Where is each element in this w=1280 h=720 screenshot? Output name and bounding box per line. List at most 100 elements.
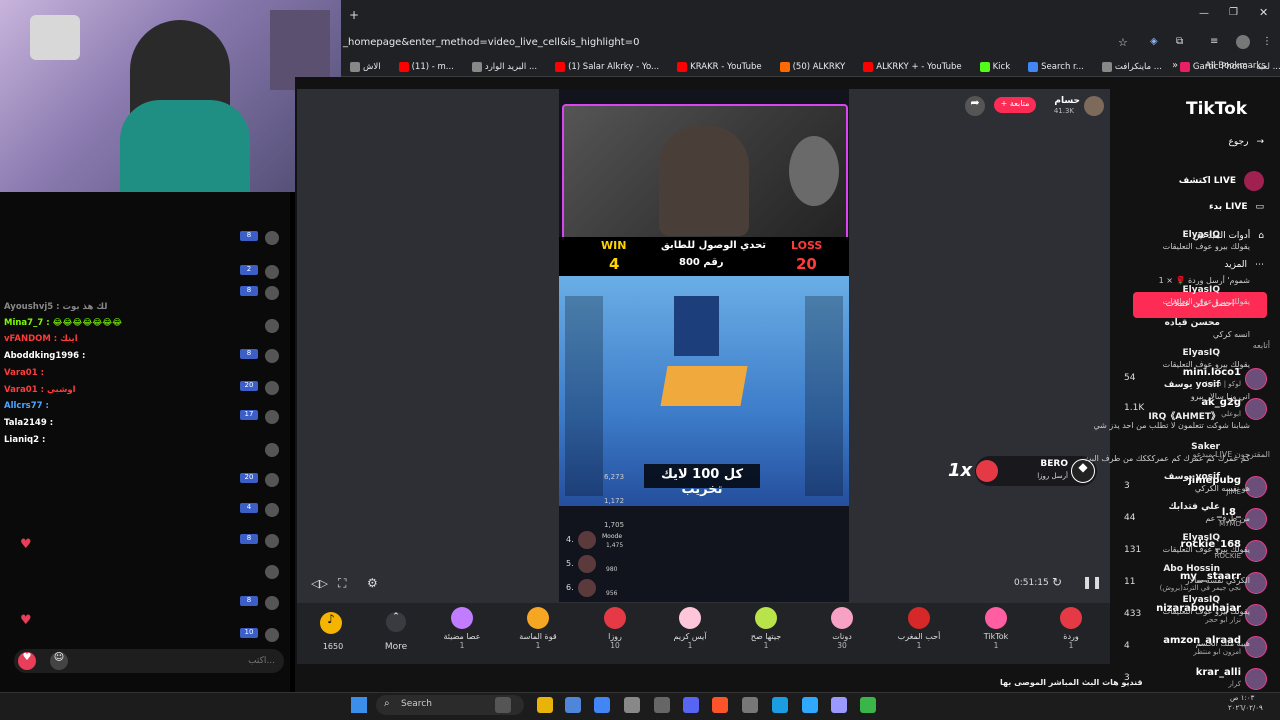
chat-message: هيبه ملك الحسم	[1195, 639, 1250, 648]
new-tab-button[interactable]: +	[349, 8, 359, 22]
more-menu[interactable]: المزيد ⋯	[1224, 260, 1264, 270]
loss-label: LOSS	[791, 239, 823, 252]
bookmark-item[interactable]: Kick	[971, 61, 1020, 72]
star-icon[interactable]: ☆	[1118, 36, 1128, 49]
taskbar-app-icon[interactable]	[654, 697, 670, 713]
bookmark-item[interactable]: ALKRKY + - YouTube	[854, 61, 970, 72]
bookmark-label: ALKRKY + - YouTube	[876, 61, 962, 72]
bookmark-item[interactable]: ماينكرافت ...	[1093, 61, 1171, 72]
taskbar-app-icon[interactable]	[537, 697, 553, 713]
creator-avatar	[1245, 668, 1267, 690]
emoji-icon[interactable]: ☺	[50, 652, 68, 670]
creator-subtitle: نجي جيمر في الترند(بروش)	[1159, 584, 1241, 592]
gift-item[interactable]: دونات 30	[817, 607, 867, 650]
bookmark-item[interactable]: (1) Salar Alkrky - Yo...	[546, 61, 668, 72]
host-name[interactable]: حسام	[1040, 96, 1080, 106]
fullscreen-icon[interactable]: ⛶	[338, 576, 346, 591]
gift-item[interactable]: أحب المغرب 1	[894, 607, 944, 650]
win-count: 4	[609, 255, 620, 273]
url-field[interactable]: _homepage&enter_method=video_live_cell&i…	[341, 33, 1141, 54]
explore-live[interactable]: اكتشف LIVE	[1179, 171, 1264, 191]
profile-avatar[interactable]	[1236, 35, 1250, 49]
taskbar-app-icon[interactable]	[594, 697, 610, 713]
back-link[interactable]: رجوع →	[1229, 137, 1264, 147]
viewer-count: 11	[1124, 577, 1136, 587]
rose-icon	[976, 460, 998, 482]
bookmark-icon	[1179, 61, 1190, 72]
chat-input[interactable]	[75, 652, 275, 670]
volume-icon[interactable]: ◁▷	[311, 577, 328, 590]
bookmark-icon	[863, 61, 874, 72]
chevron-up-icon[interactable]: ⌃	[386, 612, 406, 632]
taskbar-app-icon[interactable]	[831, 697, 847, 713]
gift-item[interactable]: آيس كريم 1	[665, 607, 715, 650]
taskbar-app-icon[interactable]	[772, 697, 788, 713]
gift-price: 1	[535, 641, 541, 650]
gift-item[interactable]: جيتها صح 1	[741, 607, 791, 650]
taskbar-app-icon[interactable]	[742, 697, 758, 713]
menu-icon[interactable]: ⋮	[1262, 36, 1272, 47]
taskbar-app-icon[interactable]	[565, 697, 581, 713]
bookmark-item[interactable]: (50) ALKRKY	[771, 61, 855, 72]
chevron-right-icon[interactable]: »	[1172, 60, 1178, 71]
award-plaque	[30, 15, 80, 60]
taskbar-app-icon[interactable]	[495, 697, 511, 713]
refresh-icon[interactable]: ↻	[1052, 575, 1062, 589]
level-badge: 20	[240, 381, 258, 391]
host-avatar[interactable]	[1084, 96, 1104, 116]
like-icon[interactable]: ♥	[18, 652, 36, 670]
chat-message: انسه كركي	[1212, 330, 1250, 339]
share-icon[interactable]: ➦	[965, 96, 985, 116]
gift-item[interactable]: TikTok 1	[971, 607, 1021, 650]
bookmark-item[interactable]: Search r...	[1019, 61, 1093, 72]
level-badge: 8	[240, 231, 258, 241]
gift-item[interactable]: قوة الماسة 1	[513, 607, 563, 650]
chat-avatar	[265, 596, 279, 610]
level-badge: 17	[240, 410, 258, 420]
taskbar-app-icon[interactable]	[802, 697, 818, 713]
follow-button[interactable]: + متابعة	[994, 97, 1036, 113]
tiktok-logo[interactable]: TikTok	[1186, 99, 1247, 119]
gift-item[interactable]: روزا 10	[590, 607, 640, 650]
coin-icon[interactable]: ♪	[320, 612, 342, 634]
maximize-icon[interactable]: ❐	[1229, 7, 1238, 18]
bookmark-item[interactable]: الاش	[341, 61, 390, 72]
more-gifts-button[interactable]: More	[378, 642, 414, 652]
gift-item[interactable]: وردة 1	[1046, 607, 1096, 650]
taskbar-app-icon[interactable]	[712, 697, 728, 713]
settings-icon[interactable]: ⚙	[367, 576, 378, 590]
taskbar-app-icon[interactable]	[683, 697, 699, 713]
clock: ١:٠٣ ص	[1230, 694, 1255, 702]
footer-text: قنديو هات البث المباشر الموصى بها	[1000, 678, 1143, 687]
bookmark-item[interactable]: KRAKR - YouTube	[668, 61, 770, 72]
coin-balance[interactable]: 1650	[313, 642, 353, 651]
bookmark-label: ماينكرافت ...	[1114, 61, 1162, 72]
live-creator[interactable]: 3 krar_alli كرار	[1122, 667, 1267, 693]
all-bookmarks[interactable]: All Bookmarks	[1205, 61, 1266, 71]
minimize-icon[interactable]: —	[1199, 8, 1209, 19]
bookmark-label: الاش	[363, 61, 381, 72]
go-live[interactable]: بدء LIVE ▭	[1209, 202, 1264, 212]
windows-icon[interactable]	[351, 697, 367, 713]
gift-item[interactable]: عصا مضيئة 1	[437, 607, 487, 650]
gift-icon	[451, 607, 473, 629]
chat-message: الكركي نفسه سالار	[1185, 576, 1250, 585]
chat-message: يقولك بيرو عوف التعليقات	[1162, 607, 1250, 616]
taskbar-app-icon[interactable]	[860, 697, 876, 713]
bookmark-label: Kick	[992, 61, 1011, 72]
pause-icon[interactable]: ❚❚	[1082, 575, 1102, 589]
media-icon[interactable]: ≡	[1210, 36, 1218, 47]
close-icon[interactable]: ✕	[1259, 6, 1268, 19]
streamer-webcam	[0, 0, 341, 192]
bookmark-label: Search r...	[1041, 61, 1084, 72]
bookmark-item[interactable]: (11) - m...	[390, 61, 463, 72]
creator-subtitle: نزار ابو حجر	[1205, 616, 1241, 624]
chat-username: ElyasIQ	[1182, 348, 1220, 358]
bookmark-icon	[677, 61, 688, 72]
extension-icon[interactable]: ◈	[1150, 36, 1158, 47]
bookmark-item[interactable]: البريد الوارد ...	[463, 61, 546, 72]
taskbar-app-icon[interactable]	[624, 697, 640, 713]
puzzle-icon[interactable]: ⧉	[1176, 36, 1183, 47]
gift-icon	[1060, 607, 1082, 629]
gift-price: 1	[763, 641, 769, 650]
